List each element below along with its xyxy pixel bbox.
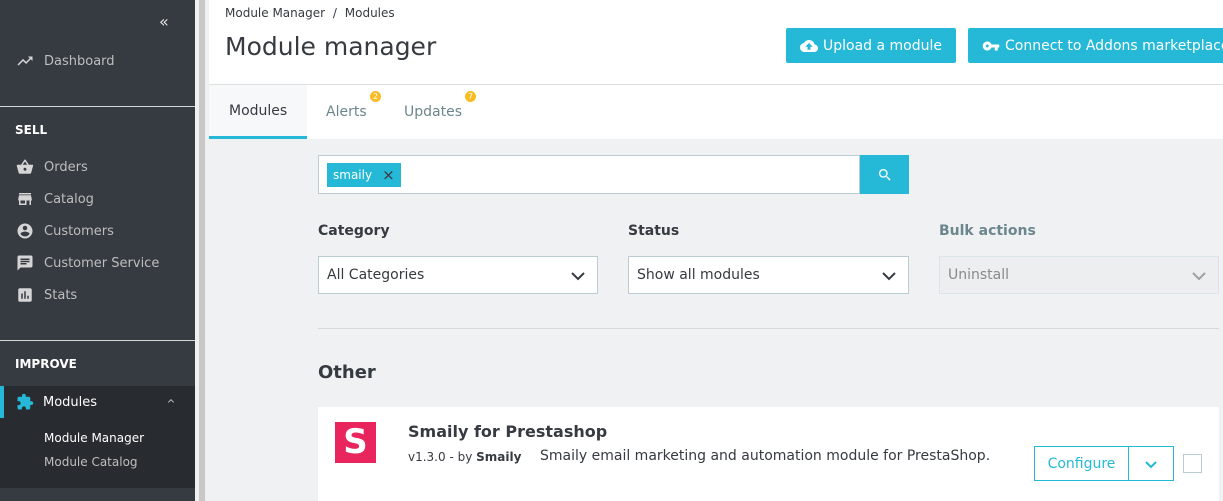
bulk-actions-value: Uninstall (948, 267, 1010, 283)
sidebar-item-label: Modules (43, 394, 98, 410)
search-icon (878, 168, 891, 181)
module-actions-dropdown[interactable] (1128, 446, 1174, 481)
key-icon (982, 41, 1000, 50)
sidebar-subitem-module-catalog[interactable]: Module Catalog (44, 455, 138, 469)
category-label: Category (318, 223, 390, 239)
sell-heading: SELL (15, 123, 48, 137)
chevron-down-icon (882, 272, 896, 281)
breadcrumb-separator: / (332, 6, 337, 20)
sidebar-item-dashboard[interactable]: Dashboard (0, 45, 195, 77)
sidebar-item-label: Stats (44, 287, 78, 303)
sidebar-item-label: Customers (44, 223, 114, 239)
configure-button[interactable]: Configure (1034, 446, 1129, 481)
trending-up-icon (17, 56, 33, 66)
page-header: Module Manager / Modules Module manager … (209, 0, 1223, 139)
divider (0, 106, 195, 107)
module-card: S Smaily for Prestashop v1.3.0 - by Smai… (318, 407, 1219, 501)
module-select-checkbox[interactable] (1183, 454, 1202, 473)
module-author: Smaily (476, 450, 522, 464)
search-tag: smaily × (327, 163, 401, 187)
tab-label: Updates (404, 104, 462, 120)
module-version: v1.3.0 - by Smaily (408, 450, 521, 464)
collapse-sidebar-icon[interactable]: « (159, 12, 169, 31)
sidebar-item-catalog[interactable]: Catalog (0, 183, 195, 215)
sidebar-item-label: Dashboard (44, 53, 115, 69)
sidebar-item-label: Catalog (44, 191, 94, 207)
chevron-up-icon (168, 399, 174, 403)
tab-modules[interactable]: Modules (209, 85, 308, 139)
improve-heading: IMPROVE (15, 357, 77, 371)
connect-addons-label: Connect to Addons marketplace (1005, 37, 1223, 54)
chat-icon (17, 255, 33, 271)
bulk-actions-label: Bulk actions (939, 223, 1036, 239)
status-label: Status (628, 223, 680, 239)
puzzle-icon (17, 393, 34, 410)
tab-label: Modules (229, 102, 288, 119)
sidebar-subitem-module-manager[interactable]: Module Manager (44, 431, 144, 445)
chevron-down-icon (1145, 460, 1157, 468)
breadcrumb: Module Manager / Modules (225, 6, 399, 20)
sidebar-item-orders[interactable]: Orders (0, 151, 195, 183)
breadcrumb-item[interactable]: Modules (345, 6, 395, 20)
sidebar-item-customers[interactable]: Customers (0, 215, 195, 247)
account-circle-icon (17, 223, 33, 239)
cloud-upload-icon (800, 39, 818, 52)
connect-addons-button[interactable]: Connect to Addons marketplace (968, 28, 1223, 63)
basket-icon (16, 159, 34, 174)
sidebar: « Dashboard SELL Orders Catalog Customer… (0, 0, 195, 501)
remove-tag-icon[interactable]: × (382, 166, 395, 184)
sidebar-item-next[interactable] (0, 488, 195, 501)
divider (0, 340, 195, 341)
module-search-input[interactable]: smaily × (318, 155, 860, 194)
section-title: Other (318, 362, 376, 383)
updates-count-badge: 7 (465, 91, 476, 102)
page-title: Module manager (225, 32, 437, 61)
bulk-actions-select: Uninstall (939, 256, 1219, 294)
module-version-label: v1.3.0 - by (408, 450, 473, 464)
alerts-count-badge: 2 (370, 91, 381, 102)
upload-module-label: Upload a module (823, 37, 942, 54)
status-select[interactable]: Show all modules (628, 256, 909, 294)
category-select[interactable]: All Categories (318, 256, 598, 294)
status-value: Show all modules (637, 267, 760, 283)
divider (318, 328, 1219, 329)
tab-updates[interactable]: Updates (404, 85, 462, 139)
category-value: All Categories (327, 267, 425, 283)
search-tag-label: smaily (333, 168, 373, 182)
chevron-down-icon (571, 272, 585, 281)
sidebar-item-label: Orders (44, 159, 88, 175)
chevron-down-icon (1192, 272, 1206, 281)
upload-module-button[interactable]: Upload a module (786, 28, 956, 63)
scrollbar[interactable] (195, 0, 209, 501)
bar-chart-icon (18, 288, 32, 302)
store-icon (18, 193, 32, 205)
modules-submenu: Module Manager Module Catalog (0, 418, 195, 488)
tab-label: Alerts (326, 104, 367, 120)
search-button[interactable] (860, 155, 909, 194)
module-description: Smaily email marketing and automation mo… (540, 448, 991, 464)
sidebar-item-stats[interactable]: Stats (0, 279, 195, 311)
sidebar-item-label: Customer Service (44, 255, 160, 271)
tab-alerts[interactable]: Alerts (326, 85, 367, 139)
module-logo: S (335, 422, 376, 463)
sidebar-item-customer-service[interactable]: Customer Service (0, 247, 195, 279)
module-name[interactable]: Smaily for Prestashop (408, 422, 607, 441)
sidebar-item-modules[interactable]: Modules (0, 386, 195, 418)
breadcrumb-item[interactable]: Module Manager (225, 6, 325, 20)
